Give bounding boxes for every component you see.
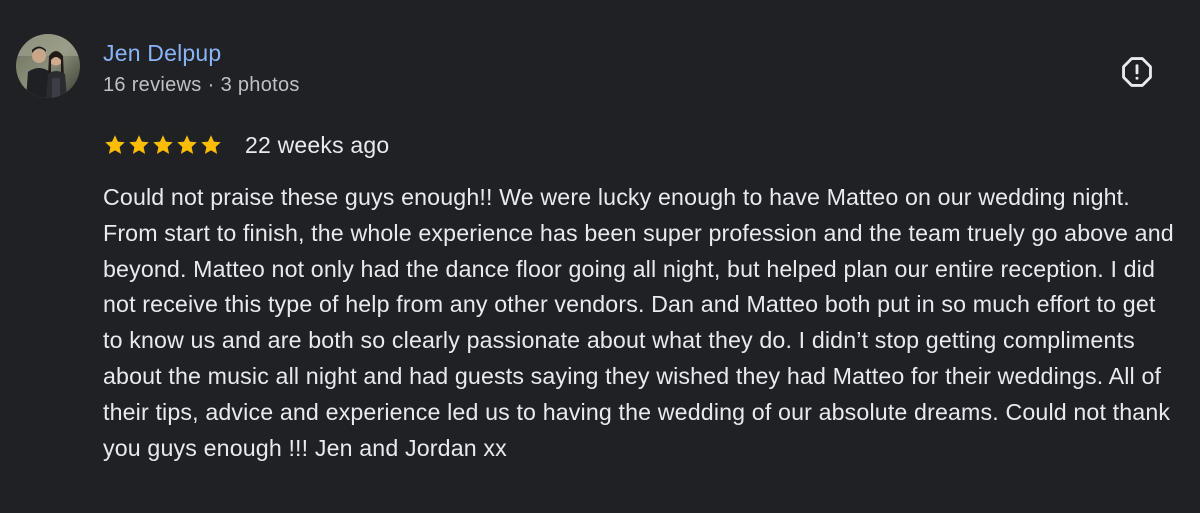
star-icon — [105, 135, 125, 154]
author-photos-count: 3 photos — [220, 74, 300, 96]
author-reviews-count: 16 reviews — [103, 74, 202, 96]
author-avatar[interactable] — [16, 34, 80, 98]
review-card: Jen Delpup 16 reviews · 3 photos 22 weeks … — [0, 0, 1200, 513]
star-rating — [103, 133, 223, 157]
report-flag-icon — [1122, 57, 1152, 87]
rating-row: 22 weeks ago — [103, 129, 389, 161]
meta-separator: · — [207, 74, 215, 96]
avatar-photo — [16, 34, 80, 98]
author-meta: 16 reviews · 3 photos — [103, 72, 300, 98]
star-icon — [153, 135, 173, 154]
star-icon — [201, 135, 221, 154]
review-text: Could not praise these guys enough!! We … — [103, 184, 1174, 461]
star-icon — [177, 135, 197, 154]
author-name[interactable]: Jen Delpup — [103, 38, 221, 68]
star-icon — [129, 135, 149, 154]
review-date: 22 weeks ago — [245, 131, 390, 158]
report-review-button[interactable] — [1118, 53, 1156, 91]
